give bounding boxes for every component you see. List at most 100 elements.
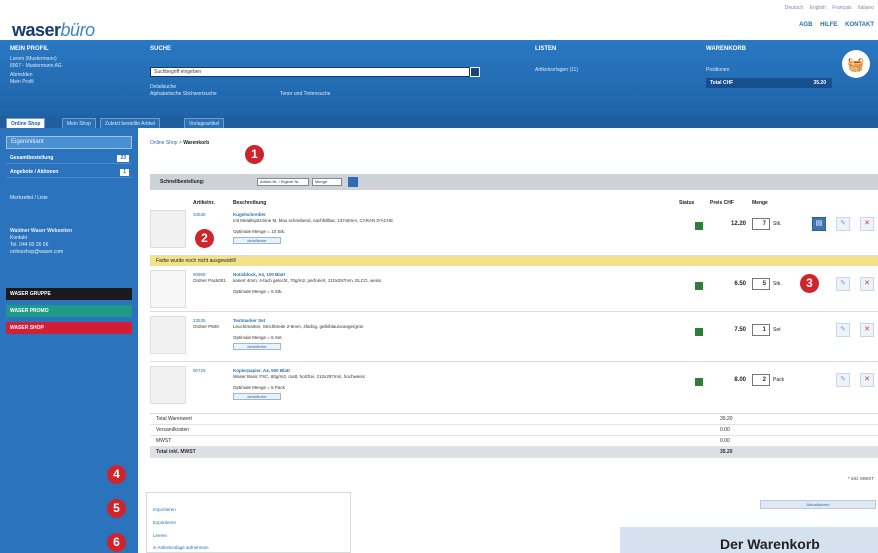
- search-option[interactable]: Toner und Tintensuche: [280, 91, 331, 98]
- col-description: Beschreibung: [233, 200, 267, 206]
- product-image[interactable]: [150, 316, 186, 354]
- product-image[interactable]: [150, 270, 186, 308]
- vat-note: * inkl. MWST: [847, 476, 874, 481]
- basket-icon[interactable]: 🧺: [842, 50, 870, 78]
- cart-row: 33636 Kugelschreiber mit Metallspitzmine…: [150, 208, 878, 256]
- lang-link[interactable]: Deutsch: [785, 5, 803, 11]
- cart-total-label: Total CHF: [710, 80, 734, 86]
- callout-marker: 5: [107, 499, 126, 518]
- agb-link[interactable]: AGB: [799, 22, 812, 28]
- cart-total: Total CHF 35.20: [706, 78, 832, 88]
- delete-icon[interactable]: ✕: [860, 217, 874, 231]
- product-description: kariert 4mm, 4-fach gelocht, 70g/m2, per…: [233, 278, 382, 283]
- contact-link[interactable]: KONTAKT: [845, 22, 874, 28]
- product-title[interactable]: Kopierpapier, A4, 500 Blatt: [233, 368, 290, 373]
- quick-order-bar: Schnellbestellung: Artikel-Nr. / Eigene …: [150, 174, 878, 190]
- lang-link[interactable]: English: [810, 5, 826, 11]
- lang-link[interactable]: Français: [832, 5, 851, 11]
- unit-label: Stk.: [773, 281, 782, 287]
- article-number[interactable]: 33535 Ordner P600: [193, 318, 219, 330]
- lists-item-link[interactable]: Artikelvorlagen (11): [535, 67, 578, 74]
- tab-my-shop[interactable]: Mein Shop: [62, 118, 96, 128]
- search-option[interactable]: Alphabetische Stichwortsuche: [150, 91, 217, 98]
- contact-email[interactable]: onlineshop@waser.com: [10, 249, 72, 256]
- delete-icon[interactable]: ✕: [860, 373, 874, 387]
- language-switcher: Deutsch English Français Italiano: [780, 5, 874, 11]
- tab-template-articles[interactable]: Vorlageartikel: [184, 118, 225, 128]
- tab-last-ordered[interactable]: Zuletzt bestellte Artikel: [100, 118, 161, 128]
- notes-icon[interactable]: ✎: [836, 323, 850, 337]
- quantity-field[interactable]: 7: [752, 218, 770, 230]
- lang-link[interactable]: Italiano: [858, 5, 874, 11]
- details-button[interactable]: detaillierter: [233, 237, 281, 244]
- add-to-template-link[interactable]: in Artikelvorlage aufnehmen: [153, 545, 209, 550]
- sidebar: Eigeninitiant Gesamtbestellung 23 Angebo…: [0, 128, 138, 553]
- help-link[interactable]: HILFE: [820, 22, 837, 28]
- account-title[interactable]: MEIN PROFIL: [10, 46, 49, 52]
- status-available-icon: [695, 328, 703, 336]
- product-image[interactable]: [150, 210, 186, 248]
- product-title[interactable]: Kugelschreiber: [233, 212, 266, 217]
- quantity-field[interactable]: 5: [752, 278, 770, 290]
- contact-line: Kontakt: [10, 235, 27, 241]
- clear-link[interactable]: Leeren: [153, 533, 167, 538]
- status-available-icon: [695, 378, 703, 386]
- delete-icon[interactable]: ✕: [860, 277, 874, 291]
- product-title[interactable]: Textmarker Set: [233, 318, 265, 323]
- sidebar-item-total-order[interactable]: Gesamtbestellung 23: [6, 153, 132, 164]
- unit-label: Set: [773, 327, 781, 333]
- article-number-input[interactable]: Artikel-Nr. / Eigene Nr.: [257, 178, 309, 186]
- callout-marker: 6: [107, 533, 126, 552]
- optimal-quantity: Optimale Menge = 5 Stk.: [233, 289, 283, 294]
- breadcrumb-root[interactable]: Online Shop: [150, 140, 178, 146]
- sidebar-title[interactable]: Eigeninitiant: [6, 136, 132, 149]
- profile-link[interactable]: Mein Profil: [10, 79, 34, 86]
- quantity-field[interactable]: 1: [752, 324, 770, 336]
- details-button[interactable]: detaillierter: [233, 343, 281, 350]
- contact-phone: Tel. 044 60 26 56: [10, 242, 49, 248]
- notes-icon[interactable]: ✎: [836, 217, 850, 231]
- quantity-field[interactable]: 2: [752, 374, 770, 386]
- article-number[interactable]: 90725: [193, 368, 206, 374]
- cart-total-value: 35.20: [813, 80, 826, 86]
- cart-title[interactable]: WARENKORB: [706, 46, 746, 52]
- brand-link-promo[interactable]: WASER PROMO: [6, 305, 132, 317]
- unit-label: Pack: [773, 377, 785, 383]
- notes-icon[interactable]: ✎: [836, 277, 850, 291]
- product-title[interactable]: Notizblock, A4, 100 Blatt: [233, 272, 285, 277]
- sidebar-item-offers[interactable]: Angebote / Aktionen 1: [6, 167, 132, 178]
- export-link[interactable]: Exportieren: [153, 520, 176, 525]
- logout-link[interactable]: Abmelden: [10, 72, 33, 79]
- quantity-input[interactable]: Menge: [312, 178, 342, 186]
- warning-bar: Farbe wurde noch nicht ausgewählt!: [150, 256, 878, 266]
- col-article: Artikelnr.: [193, 200, 215, 206]
- update-button[interactable]: Aktualisieren: [760, 500, 876, 509]
- col-price: Preis CHF: [710, 200, 734, 206]
- optimal-quantity: Optimale Menge = 5 Pack: [233, 385, 285, 390]
- color-select-icon[interactable]: ▤: [812, 217, 826, 231]
- total-value: 0.00: [720, 427, 730, 433]
- product-description: Leuchtmarker, Strichbreite 2-5mm, 4farbi…: [233, 324, 364, 329]
- details-button[interactable]: detaillierter: [233, 393, 281, 400]
- search-title: SUCHE: [150, 46, 172, 52]
- search-input[interactable]: Suchbegriff eingeben: [150, 67, 470, 77]
- brand-link-shop[interactable]: WASER SHOP: [6, 322, 132, 334]
- product-image[interactable]: [150, 366, 186, 404]
- tab-online-shop[interactable]: Online Shop: [6, 118, 46, 128]
- total-row: Total Warenwert 35.20: [150, 414, 878, 425]
- article-number[interactable]: 90905 Ordner Pack001: [193, 272, 226, 284]
- notes-icon[interactable]: ✎: [836, 373, 850, 387]
- search-option[interactable]: Detailsuche: [150, 84, 176, 91]
- logo[interactable]: waserbüro: [12, 20, 95, 41]
- callout-marker: 4: [107, 465, 126, 484]
- search-button[interactable]: [470, 67, 480, 77]
- quick-order-label: Schnellbestellung:: [160, 179, 205, 185]
- col-status: Status: [679, 200, 695, 206]
- cart-row: 90905 Ordner Pack001 Notizblock, A4, 100 …: [150, 268, 878, 312]
- delete-icon[interactable]: ✕: [860, 323, 874, 337]
- sidebar-link-notes[interactable]: Merkzettel / Liste: [10, 195, 48, 201]
- brand-link-group[interactable]: WASER GRUPPE: [6, 288, 132, 300]
- import-link[interactable]: Importieren: [153, 507, 176, 512]
- article-number[interactable]: 33636: [193, 212, 206, 218]
- add-to-cart-button[interactable]: [348, 177, 358, 187]
